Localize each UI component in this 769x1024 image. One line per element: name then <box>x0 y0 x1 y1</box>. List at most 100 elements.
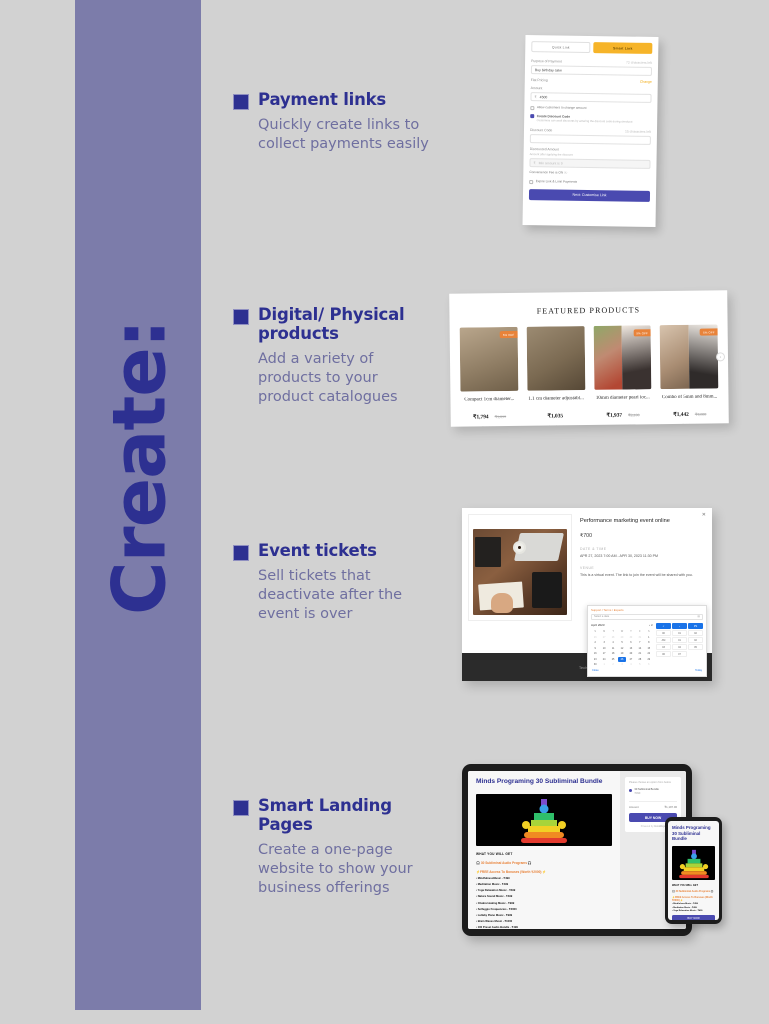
calendar-day[interactable]: 29 <box>618 635 626 640</box>
discount-code-input[interactable] <box>529 134 651 146</box>
checkout-option-row[interactable]: 30 Subliminal Bundle ₹999 <box>629 788 677 795</box>
time-cell[interactable]: 04 <box>672 644 687 650</box>
create-discount-code-checkbox-row[interactable]: Create Discount Code Customers can avail… <box>530 114 651 124</box>
calendar-day[interactable]: 12 <box>618 646 626 651</box>
calendar-day[interactable]: 14 <box>636 646 644 651</box>
product-name: Combo of 5mm and 8mm... <box>661 394 718 401</box>
next-month-icon[interactable]: ∨ <box>651 623 653 627</box>
calendar-day[interactable]: 2 <box>591 640 599 645</box>
time-cell[interactable]: AM <box>656 637 671 643</box>
date-picker-popup[interactable]: Support / Terms / Experts Select a date … <box>587 605 707 677</box>
checkbox-icon[interactable] <box>530 105 535 110</box>
calendar-day[interactable]: 21 <box>636 651 644 656</box>
bonus-list-item: • MindfulnessMusic - ₹499 <box>476 876 510 880</box>
next-customise-link-button[interactable]: Next: Customise Link <box>528 188 651 202</box>
phone-buy-now-button[interactable]: BUY NOW <box>672 915 715 920</box>
discounted-amount-label-row: Discounted Amount Amount after applying … <box>530 147 651 158</box>
calendar-day[interactable]: 7 <box>636 640 644 645</box>
calendar-day[interactable]: 18 <box>609 651 617 656</box>
calendar-day[interactable]: 1 <box>600 662 608 667</box>
calendar-day[interactable]: 23 <box>591 657 599 662</box>
calendar-grid[interactable]: S M T W T F S 26 27 28 29 30 31 1 2 3 4 5 6 7 8 9 10 11 12 13 14 15… <box>591 629 653 667</box>
month-nav[interactable]: › ∨ <box>649 623 653 627</box>
checkbox-checked-icon[interactable] <box>530 114 535 119</box>
calendar-day[interactable]: 30 <box>627 635 635 640</box>
product-name: 10mm diameter pearl loc... <box>595 395 650 401</box>
amount-input[interactable]: ₹ 4500 <box>530 92 652 103</box>
calendar-day[interactable]: 13 <box>627 646 635 651</box>
time-header-cell[interactable]: ✓ <box>656 623 671 629</box>
calendar-day[interactable]: 3 <box>600 640 608 645</box>
tab-smart-link[interactable]: Smart Link <box>593 42 653 54</box>
calendar-day[interactable]: 2 <box>609 662 617 667</box>
calendar-icon[interactable]: ▤ <box>698 615 700 618</box>
calendar-day[interactable]: 17 <box>600 651 608 656</box>
calendar-day[interactable]: 6 <box>627 640 635 645</box>
calendar-day[interactable]: 20 <box>627 651 635 656</box>
calendar-day[interactable]: 1 <box>645 635 653 640</box>
time-grid[interactable]: ✓ ⌄ PS 00 01 02 AM 01 02 03 04 05 06 07 <box>656 623 703 667</box>
calendar-day[interactable]: 16 <box>591 651 599 656</box>
calendar-day[interactable]: 27 <box>627 657 635 662</box>
calendar-day[interactable]: 3 <box>618 662 626 667</box>
discount-badge: 5% OFF <box>633 329 651 337</box>
close-icon[interactable]: ✕ <box>702 512 706 518</box>
time-cell[interactable]: 03 <box>656 644 671 650</box>
calendar-day[interactable]: 4 <box>627 662 635 667</box>
magazine-shape <box>475 537 501 567</box>
time-cell[interactable]: 01 <box>672 630 687 636</box>
calendar-day[interactable]: 27 <box>600 635 608 640</box>
discount-badge: 5% OFF <box>700 328 718 336</box>
radio-selected-icon[interactable] <box>629 788 633 793</box>
calendar-day[interactable]: 5 <box>636 662 644 667</box>
checkbox-icon[interactable] <box>529 179 534 184</box>
calendar-day[interactable]: 28 <box>609 635 617 640</box>
date-search-input[interactable]: Select a date ▤ <box>591 613 703 620</box>
calendar-day[interactable]: 26 <box>617 656 627 662</box>
calendar-day[interactable]: 24 <box>600 657 608 662</box>
pricing-change-link[interactable]: Change <box>640 80 652 84</box>
product-card[interactable]: 5% OFF 10mm diameter pearl loc... ₹1,937… <box>593 325 652 427</box>
product-card[interactable]: 5% OFF Compact 1cm diameter... ₹1,794 ₹1… <box>459 326 519 427</box>
carousel-next-icon[interactable]: › <box>715 352 726 362</box>
calendar-day[interactable]: 5 <box>618 640 626 645</box>
calendar-day[interactable]: 25 <box>609 657 617 662</box>
picker-today-button[interactable]: Today <box>695 669 702 672</box>
expire-link-checkbox-row[interactable]: Expire Link & Limit Payments <box>529 179 650 185</box>
product-card[interactable]: 5% OFF Combo of 5mm and 8mm... ₹1,442 ₹1… <box>659 324 719 427</box>
calendar-day[interactable]: 31 <box>636 635 644 640</box>
time-header-cell[interactable]: PS <box>688 623 703 629</box>
time-cell[interactable]: 06 <box>656 651 671 657</box>
calendar-day[interactable]: 10 <box>600 646 608 651</box>
calendar-day[interactable]: 8 <box>645 640 653 645</box>
time-cell[interactable]: 05 <box>688 644 703 650</box>
calendar-day[interactable]: 4 <box>609 640 617 645</box>
picker-cancel-button[interactable]: Close <box>592 669 599 672</box>
product-card[interactable]: 1.1 cm diameter adjustabl... ₹1,035 Out … <box>526 326 585 427</box>
allow-change-amount-checkbox-row[interactable]: Allow customers to change amount <box>530 105 651 111</box>
time-cell[interactable]: 01 <box>672 637 687 643</box>
phone-hero-image <box>672 845 715 880</box>
calendar-day[interactable]: 11 <box>609 646 617 651</box>
calendar-day[interactable]: 22 <box>645 651 653 656</box>
calendar-day[interactable]: 26 <box>591 635 599 640</box>
prev-month-icon[interactable]: › <box>649 623 650 627</box>
calendar-day[interactable]: 29 <box>645 657 653 662</box>
calendar-day[interactable]: 19 <box>618 651 626 656</box>
info-icon[interactable]: ⓘ <box>564 171 567 175</box>
calendar-day[interactable]: 15 <box>645 646 653 651</box>
time-cell[interactable]: 02 <box>688 637 703 643</box>
time-cell[interactable]: 00 <box>656 630 671 636</box>
discounted-amount-input[interactable]: ₹ Min amount is 9 <box>529 158 651 170</box>
time-header-cell[interactable]: ⌄ <box>672 623 687 629</box>
picker-header-link[interactable]: Support / Terms / Experts <box>588 606 706 612</box>
tab-quick-link[interactable]: Quick Link <box>531 41 591 53</box>
purpose-input[interactable]: Buy birthday cake <box>530 65 653 76</box>
calendar-day[interactable]: 28 <box>636 657 644 662</box>
calendar-day[interactable]: 9 <box>591 646 599 651</box>
time-cell[interactable]: 02 <box>688 630 703 636</box>
calendar-day[interactable]: 30 <box>591 662 599 667</box>
month-label[interactable]: April 2023 <box>591 623 605 627</box>
time-cell[interactable]: 07 <box>672 651 687 657</box>
calendar-day[interactable]: 6 <box>645 662 653 667</box>
